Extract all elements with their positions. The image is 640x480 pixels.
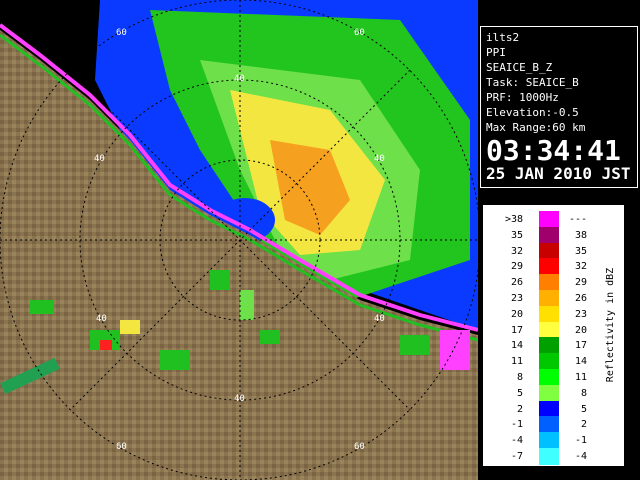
- legend-low-value: 5: [516, 387, 523, 399]
- legend-low-value: -4: [510, 435, 523, 447]
- legend-row: 17 20: [483, 321, 624, 339]
- legend-high-value: 2: [580, 419, 587, 431]
- radar-ppi-map: [0, 0, 478, 480]
- elevation-value: Elevation:-0.5: [486, 106, 579, 119]
- legend-swatch: [539, 211, 559, 228]
- scan-date: 25 JAN 2010 JST: [486, 164, 631, 183]
- legend-swatch: [539, 400, 559, 418]
- legend-row: 32 35: [483, 242, 624, 260]
- legend-low-value: >38: [504, 214, 523, 225]
- legend-low-value: 14: [510, 340, 523, 352]
- legend-low-value: 29: [510, 261, 523, 273]
- range-label: 40: [234, 74, 245, 84]
- legend-high-value: ---: [568, 214, 587, 225]
- legend-low-value: 11: [510, 356, 523, 368]
- legend-high-value: 8: [580, 387, 587, 399]
- range-label: 60: [116, 28, 127, 38]
- legend-row: 14 17: [483, 337, 624, 355]
- legend-title: Reflectivity in dBZ: [605, 267, 616, 383]
- legend-row: -7 -4: [483, 448, 624, 465]
- legend-swatch: [539, 384, 559, 402]
- legend-row: 58: [483, 384, 624, 402]
- legend-low-value: -1: [510, 419, 523, 431]
- legend-swatch: [539, 274, 559, 292]
- legend-high-value: 35: [574, 245, 587, 257]
- scan-time: 03:34:41: [486, 134, 621, 167]
- task-name: Task: SEAICE_B: [486, 76, 579, 89]
- range-label: 40: [374, 314, 385, 324]
- range-label: 60: [116, 442, 127, 452]
- scan-mode: PPI: [486, 46, 506, 59]
- legend-high-value: 11: [574, 372, 587, 383]
- color-legend: >38 --- 35 38 32 35 29 32 26 29 23 26 20 23 17 20 14 17 11…: [483, 205, 624, 466]
- legend-row: 23 26: [483, 290, 624, 307]
- legend-low-value: -7: [510, 451, 523, 462]
- legend-swatch: [539, 353, 559, 371]
- legend-high-value: 26: [574, 293, 587, 304]
- legend-swatch: [539, 242, 559, 260]
- legend-high-value: -1: [574, 435, 587, 447]
- legend-swatch: [539, 337, 559, 355]
- legend-row: >38 ---: [483, 211, 624, 228]
- prf-value: PRF: 1000Hz: [486, 91, 559, 104]
- radar-display: 60 60 40 40 40 40 40 40 60 60 ilts2 PPI …: [0, 0, 640, 480]
- legend-low-value: 35: [510, 229, 523, 241]
- legend-high-value: 32: [574, 261, 587, 273]
- legend-swatch: [539, 258, 559, 276]
- range-label: 40: [374, 154, 385, 164]
- range-label: 40: [94, 154, 105, 164]
- legend-high-value: 38: [574, 229, 587, 241]
- legend-low-value: 26: [510, 277, 523, 289]
- info-panel: ilts2 PPI SEAICE_B_Z Task: SEAICE_B PRF:…: [480, 26, 638, 188]
- legend-low-value: 23: [510, 293, 523, 304]
- legend-swatch: [539, 432, 559, 450]
- range-label: 60: [354, 442, 365, 452]
- legend-high-value: -4: [574, 451, 587, 462]
- legend-swatch: [539, 448, 559, 465]
- legend-row: 20 23: [483, 305, 624, 323]
- legend-row: 26 29: [483, 274, 624, 292]
- legend-row: 8 11: [483, 369, 624, 386]
- max-range-value: Max Range:60 km: [486, 121, 586, 134]
- legend-row: -1 2: [483, 416, 624, 434]
- legend-row: 35 38: [483, 226, 624, 244]
- legend-row: 25: [483, 400, 624, 418]
- range-label: 40: [96, 314, 107, 324]
- station-name: ilts2: [486, 31, 520, 44]
- range-label: 60: [354, 28, 365, 38]
- legend-high-value: 20: [574, 324, 587, 336]
- range-label: 40: [234, 394, 245, 404]
- legend-row: 11 14: [483, 353, 624, 371]
- legend-swatch: [539, 369, 559, 386]
- product-name: SEAICE_B_Z: [486, 61, 553, 74]
- legend-high-value: 5: [580, 403, 587, 415]
- legend-swatch: [539, 305, 559, 323]
- legend-swatch: [539, 321, 559, 339]
- legend-low-value: 8: [516, 372, 523, 383]
- legend-row: 29 32: [483, 258, 624, 276]
- legend-swatch: [539, 226, 559, 244]
- legend-high-value: 17: [574, 340, 587, 352]
- legend-swatch: [539, 416, 559, 434]
- legend-high-value: 14: [574, 356, 587, 368]
- legend-low-value: 20: [510, 308, 523, 320]
- legend-low-value: 17: [510, 324, 523, 336]
- legend-low-value: 2: [516, 403, 523, 415]
- legend-low-value: 32: [510, 245, 523, 257]
- legend-high-value: 29: [574, 277, 587, 289]
- legend-high-value: 23: [574, 308, 587, 320]
- legend-row: -4 -1: [483, 432, 624, 450]
- legend-swatch: [539, 290, 559, 307]
